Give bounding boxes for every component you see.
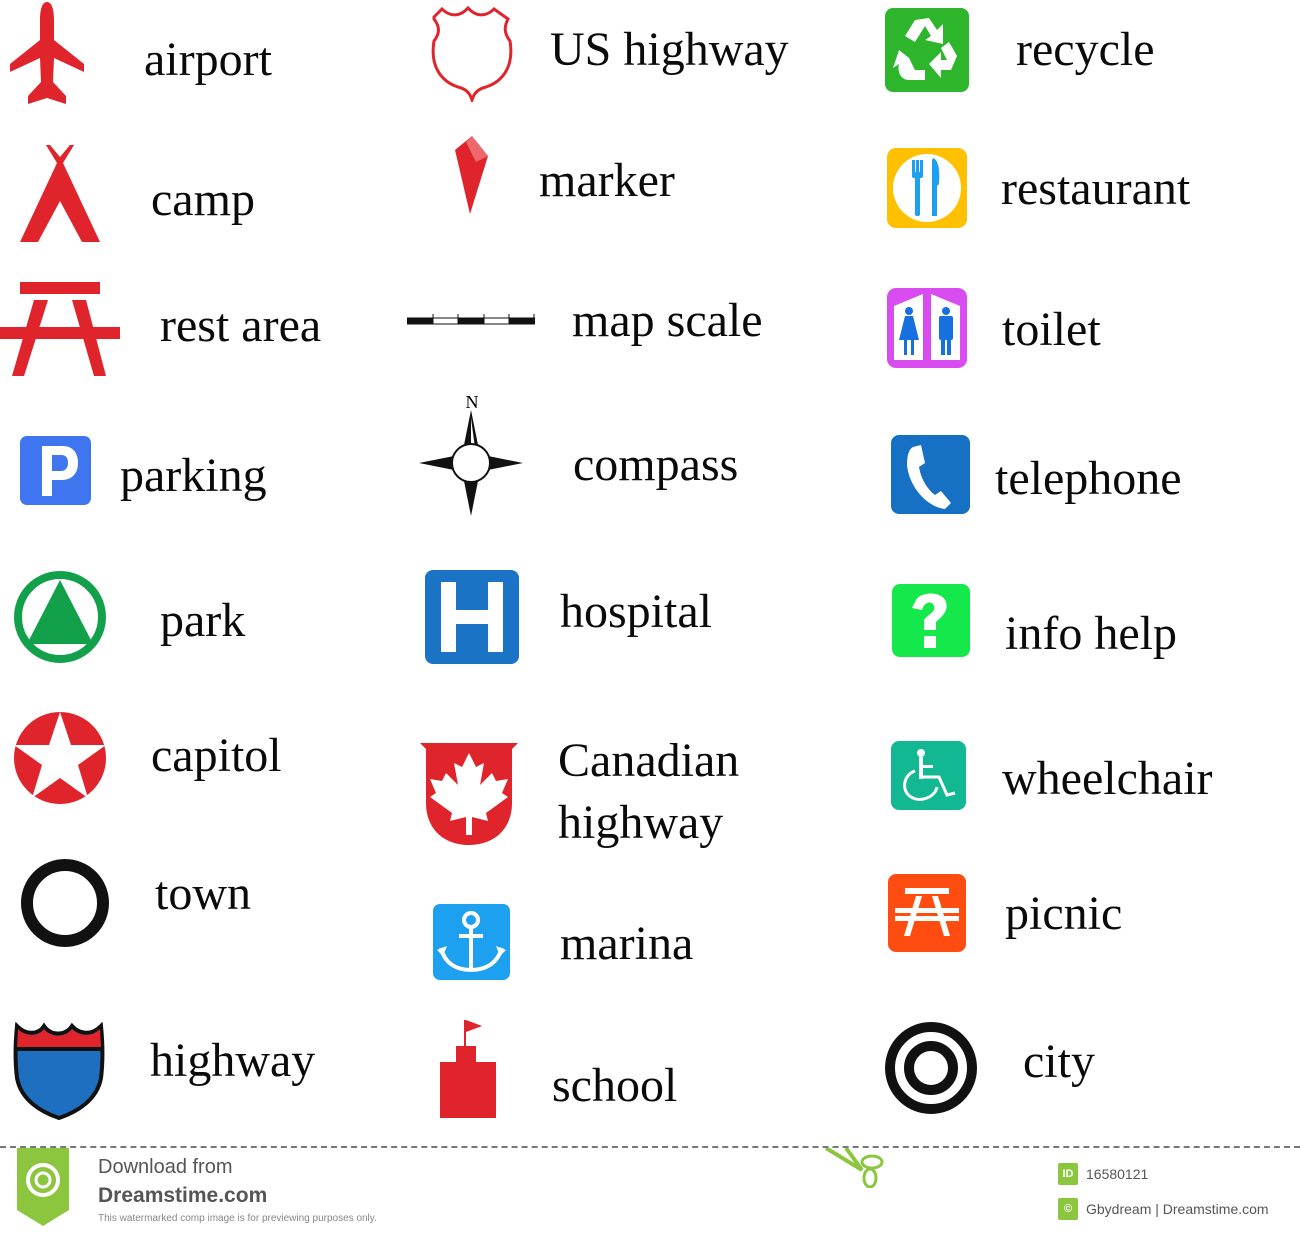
legend-label: wheelchair: [1002, 752, 1213, 805]
picnic-table-icon: [0, 282, 120, 376]
wheelchair-icon: [891, 741, 966, 810]
star-in-circle-icon: [14, 712, 106, 804]
image-id: 16580121: [1086, 1166, 1149, 1182]
compass-north-label: N: [465, 392, 479, 412]
legend-label: school: [552, 1059, 678, 1112]
legend-label: capitol: [151, 729, 282, 782]
legend-label: restaurant: [1001, 162, 1191, 215]
legend-label: picnic: [1005, 887, 1123, 940]
interstate-shield-icon: [13, 1022, 105, 1120]
legend-label: marina: [560, 917, 694, 970]
recycle-icon: [885, 8, 969, 92]
map-legend: airport camp rest area parking park capi…: [0, 0, 1300, 1145]
legend-label: US highway: [550, 23, 789, 76]
dreamstime-logo-icon: [17, 1148, 69, 1226]
picnic-table-icon: [888, 874, 966, 952]
watermark-note: This watermarked comp image is for previ…: [98, 1213, 377, 1224]
watermark-footer: Download from Dreamstime.com This waterm…: [0, 1146, 1300, 1237]
school-flag-icon: [440, 1018, 496, 1118]
triangle-in-circle-icon: [13, 570, 107, 664]
maple-leaf-shield-icon: [420, 743, 518, 845]
legend-label: compass: [573, 438, 739, 491]
credit-row: © Gbydream | Dreamstime.com: [1058, 1198, 1269, 1220]
legend-label: camp: [151, 173, 255, 226]
legend-label: recycle: [1016, 23, 1155, 76]
ring-icon: [21, 859, 109, 947]
brand-link[interactable]: Dreamstime.com: [98, 1184, 267, 1208]
marker-pin-icon: [454, 136, 490, 214]
question-mark-icon: [892, 584, 970, 657]
legend-label: telephone: [995, 452, 1182, 505]
legend-label: park: [160, 594, 246, 647]
copyright-icon: ©: [1058, 1198, 1078, 1220]
hospital-h-icon: [425, 570, 519, 664]
legend-label: map scale: [572, 294, 763, 347]
airplane-icon: [10, 2, 84, 104]
legend-label: info help: [1005, 607, 1177, 660]
legend-label: airport: [144, 33, 272, 86]
us-shield-outline-icon: [428, 5, 516, 102]
legend-label: marker: [539, 154, 675, 207]
legend-label-line1: Canadian: [558, 734, 740, 787]
scissors-icon: [822, 1146, 892, 1189]
compass-rose-icon: [419, 410, 523, 516]
fork-knife-icon: [887, 148, 967, 228]
id-badge-icon: ID: [1058, 1163, 1078, 1185]
legend-label: rest area: [160, 299, 322, 352]
legend-label: city: [1023, 1035, 1095, 1088]
legend-label: parking: [120, 449, 267, 502]
double-ring-icon: [885, 1022, 977, 1114]
phone-icon: [891, 435, 970, 514]
scale-bar-icon: [407, 314, 535, 326]
legend-label-line2: highway: [558, 796, 724, 849]
restroom-icon: [887, 288, 967, 368]
credit-text: Gbydream | Dreamstime.com: [1086, 1201, 1269, 1217]
tent-icon: [20, 145, 100, 242]
anchor-icon: [433, 904, 510, 980]
legend-label: hospital: [560, 585, 712, 638]
legend-label: toilet: [1002, 303, 1101, 356]
download-from-text: Download from: [98, 1156, 233, 1178]
parking-p-icon: [20, 436, 91, 505]
legend-label: highway: [150, 1034, 316, 1087]
legend-label: town: [155, 867, 251, 920]
image-id-row: ID 16580121: [1058, 1163, 1148, 1185]
